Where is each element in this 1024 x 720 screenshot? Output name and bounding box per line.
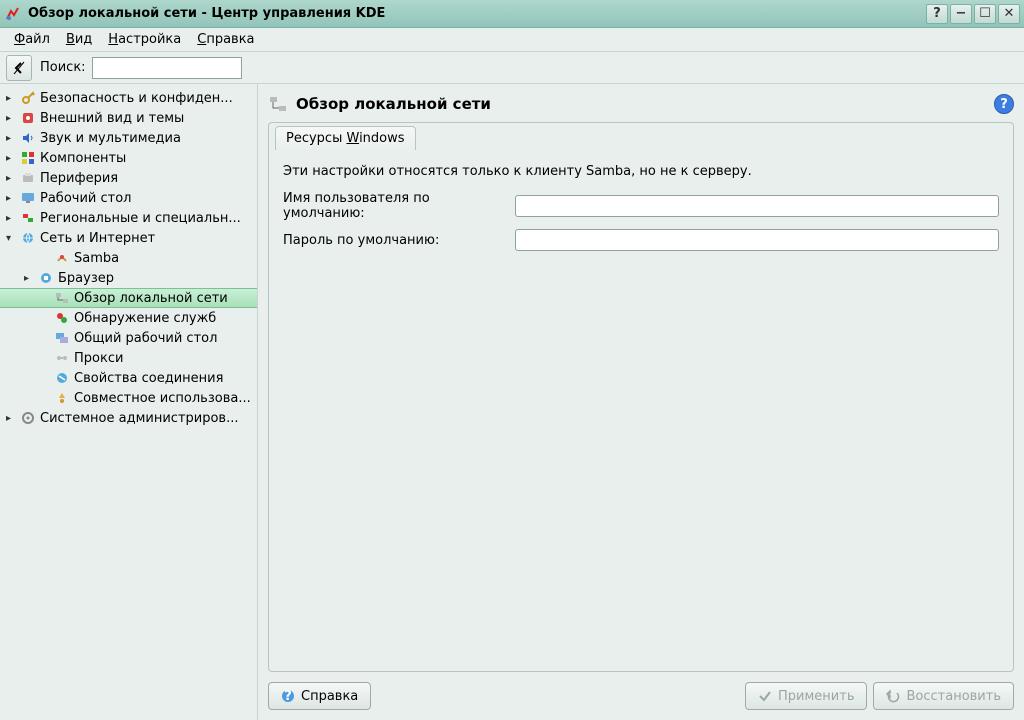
lan-icon xyxy=(268,94,288,114)
globe-icon xyxy=(20,230,36,246)
tree-item-discovery[interactable]: Обнаружение служб xyxy=(0,308,257,328)
password-input[interactable] xyxy=(515,229,999,251)
caret-icon: ▸ xyxy=(6,193,16,204)
undo-icon xyxy=(886,689,900,703)
tree-item-proxy[interactable]: Прокси xyxy=(0,348,257,368)
svg-text:?: ? xyxy=(284,689,292,703)
samba-icon xyxy=(54,250,70,266)
tree-item-browser[interactable]: ▸Браузер xyxy=(0,268,257,288)
lan-icon xyxy=(54,290,70,306)
password-row: Пароль по умолчанию: xyxy=(283,229,999,251)
desktop-icon xyxy=(20,190,36,206)
tree-item-sound[interactable]: ▸Звук и мультимедиа xyxy=(0,128,257,148)
close-button[interactable]: ✕ xyxy=(998,4,1020,24)
menu-settings[interactable]: Настройка xyxy=(100,30,189,49)
help-icon: ? xyxy=(281,689,295,703)
apply-button[interactable]: Применить xyxy=(745,682,867,710)
components-icon xyxy=(20,150,36,166)
connection-icon xyxy=(54,370,70,386)
proxy-icon xyxy=(54,350,70,366)
caret-icon: ▸ xyxy=(6,133,16,144)
tree-item-peripherals[interactable]: ▸Периферия xyxy=(0,168,257,188)
maximize-button[interactable]: ☐ xyxy=(974,4,996,24)
search-label: Поиск: xyxy=(40,60,86,75)
tree-item-network[interactable]: ▾Сеть и Интернет xyxy=(0,228,257,248)
username-input[interactable] xyxy=(515,195,999,217)
discovery-icon xyxy=(54,310,70,326)
tab-windows-resources[interactable]: Ресурсы Windows xyxy=(275,126,416,150)
tree-item-connection[interactable]: Свойства соединения xyxy=(0,368,257,388)
titlebar-help-button[interactable]: ? xyxy=(926,4,948,24)
help-button[interactable]: ? Справка xyxy=(268,682,371,710)
caret-icon: ▸ xyxy=(6,153,16,164)
info-text: Эти настройки относятся только к клиенту… xyxy=(283,164,999,179)
restore-button-label: Восстановить xyxy=(906,689,1001,704)
page-title: Обзор локальной сети xyxy=(296,95,994,113)
caret-icon: ▸ xyxy=(6,413,16,424)
tree-item-sysadmin[interactable]: ▸Системное администриров... xyxy=(0,408,257,428)
sharing-icon xyxy=(54,390,70,406)
window-title: Обзор локальной сети - Центр управления … xyxy=(28,6,924,21)
menu-help[interactable]: Справка xyxy=(189,30,262,49)
username-row: Имя пользователя по умолчанию: xyxy=(283,191,999,221)
content-header: Обзор локальной сети ? xyxy=(268,94,1014,114)
caret-icon: ▸ xyxy=(6,213,16,224)
sysadmin-icon xyxy=(20,410,36,426)
menubar: Файл Вид Настройка Справка xyxy=(0,28,1024,52)
apply-button-label: Применить xyxy=(778,689,854,704)
tree-item-shared-desktop[interactable]: Общий рабочий стол xyxy=(0,328,257,348)
peripherals-icon xyxy=(20,170,36,186)
tree-item-sharing[interactable]: Совместное использова... xyxy=(0,388,257,408)
tab-body: Эти настройки относятся только к клиенту… xyxy=(269,150,1013,273)
sound-icon xyxy=(20,130,36,146)
tree-item-security[interactable]: ▸Безопасность и конфиден... xyxy=(0,88,257,108)
menu-file[interactable]: Файл xyxy=(6,30,58,49)
password-label: Пароль по умолчанию: xyxy=(283,233,515,248)
category-tree: ▸Безопасность и конфиден... ▸Внешний вид… xyxy=(0,84,258,720)
caret-icon: ▸ xyxy=(6,173,16,184)
caret-icon: ▾ xyxy=(6,233,16,244)
username-label: Имя пользователя по умолчанию: xyxy=(283,191,515,221)
tree-item-components[interactable]: ▸Компоненты xyxy=(0,148,257,168)
caret-icon: ▸ xyxy=(24,273,34,284)
caret-icon: ▸ xyxy=(6,113,16,124)
toolbar: Поиск: xyxy=(0,52,1024,84)
titlebar: Обзор локальной сети - Центр управления … xyxy=(0,0,1024,28)
check-icon xyxy=(758,689,772,703)
main: ▸Безопасность и конфиден... ▸Внешний вид… xyxy=(0,84,1024,720)
help-icon[interactable]: ? xyxy=(994,94,1014,114)
shared-desktop-icon xyxy=(54,330,70,346)
help-button-label: Справка xyxy=(301,689,358,704)
tree-item-samba[interactable]: Samba xyxy=(0,248,257,268)
regional-icon xyxy=(20,210,36,226)
app-icon xyxy=(4,5,22,23)
tree-item-appearance[interactable]: ▸Внешний вид и темы xyxy=(0,108,257,128)
search-input[interactable] xyxy=(92,57,242,79)
menu-view[interactable]: Вид xyxy=(58,30,100,49)
appearance-icon xyxy=(20,110,36,126)
restore-button[interactable]: Восстановить xyxy=(873,682,1014,710)
tab-row: Ресурсы Windows xyxy=(269,122,1013,150)
key-icon xyxy=(20,90,36,106)
button-row: ? Справка Применить Восстановить xyxy=(268,682,1014,710)
caret-icon: ▸ xyxy=(6,93,16,104)
tree-item-lan-overview[interactable]: Обзор локальной сети xyxy=(0,288,257,308)
settings-panel: Ресурсы Windows Эти настройки относятся … xyxy=(268,122,1014,672)
tree-item-desktop[interactable]: ▸Рабочий стол xyxy=(0,188,257,208)
back-button[interactable] xyxy=(6,55,32,81)
browser-icon xyxy=(38,270,54,286)
content-panel: Обзор локальной сети ? Ресурсы Windows Э… xyxy=(258,84,1024,720)
minimize-button[interactable]: − xyxy=(950,4,972,24)
tree-item-regional[interactable]: ▸Региональные и специальн... xyxy=(0,208,257,228)
